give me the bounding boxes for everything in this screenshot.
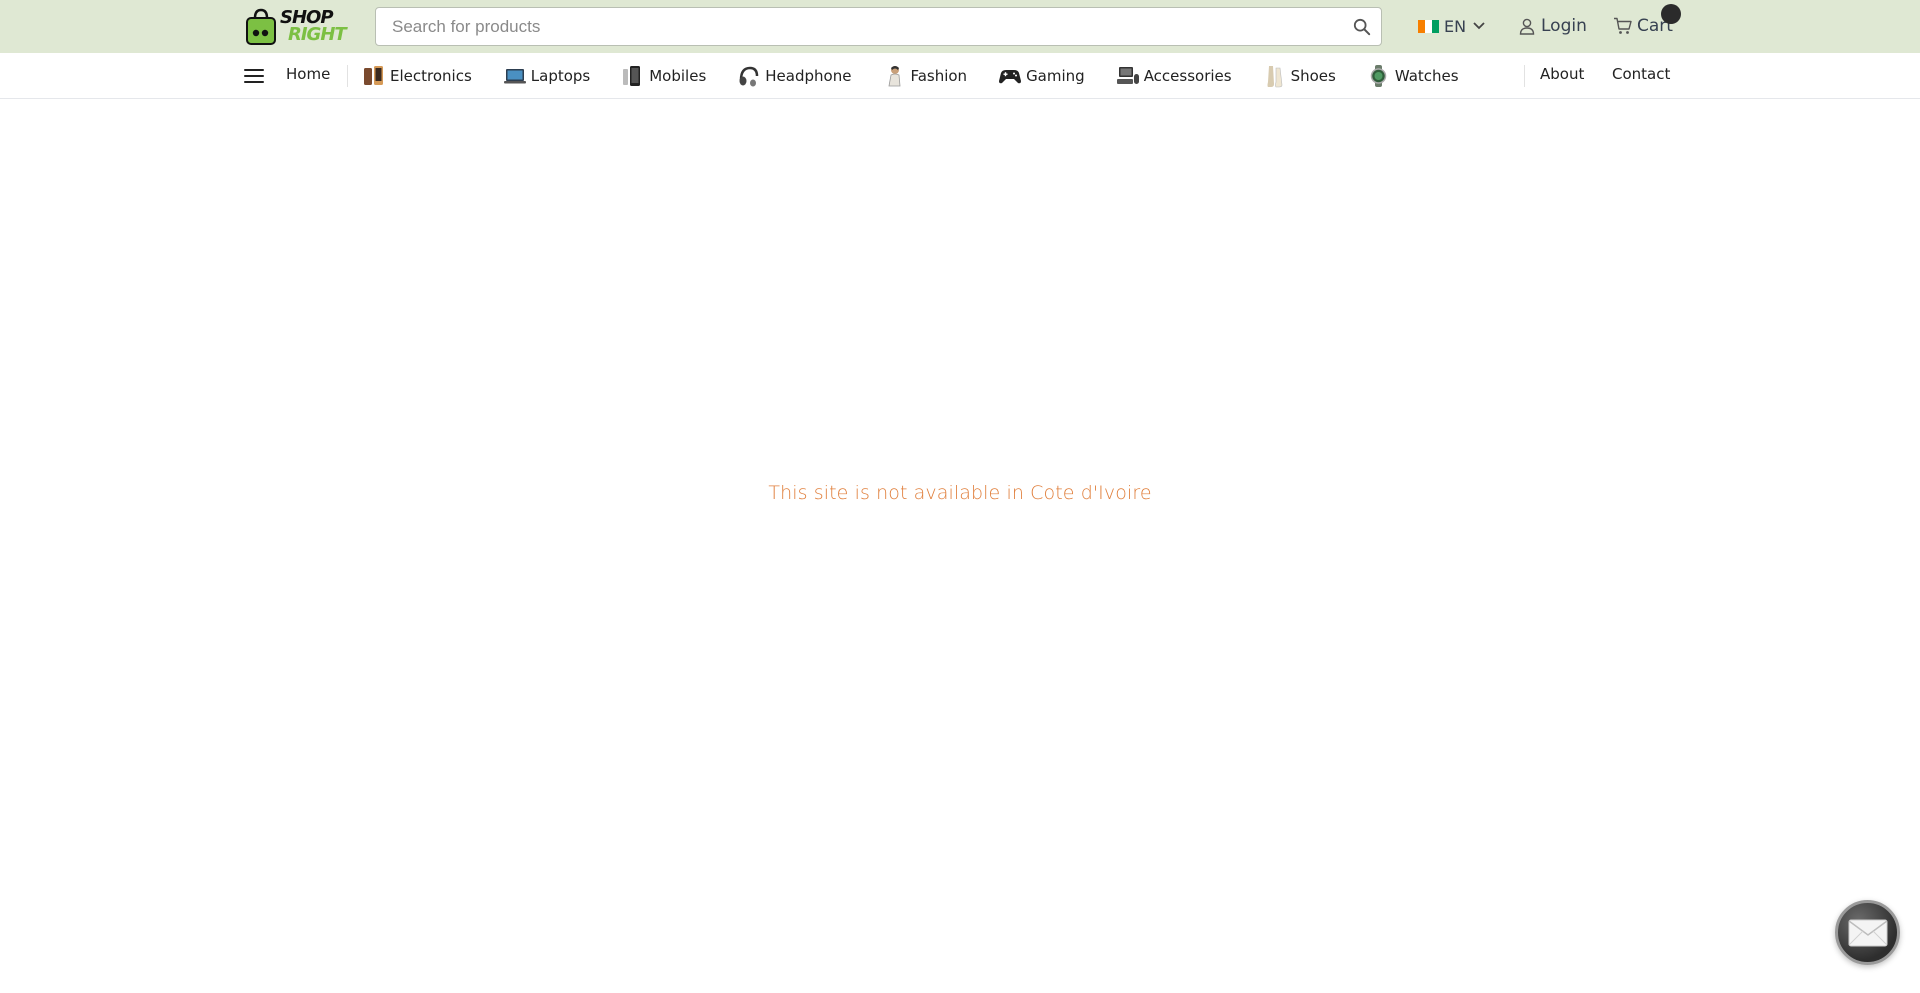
nav-category-label: Headphone: [765, 67, 852, 85]
search-bar: [375, 7, 1382, 46]
nav-home-link[interactable]: Home: [286, 65, 330, 83]
category-nav: Home Electronics Laptops Mobiles Headpho…: [0, 53, 1920, 99]
electronics-icon: [362, 64, 386, 88]
envelope-icon: [1848, 919, 1887, 946]
nav-category-label: Accessories: [1143, 67, 1232, 85]
nav-category-fashion[interactable]: Fashion: [882, 62, 967, 90]
gamepad-icon: [998, 64, 1022, 88]
nav-contact-link[interactable]: Contact: [1612, 65, 1670, 83]
menu-icon[interactable]: [244, 66, 264, 86]
cote-divoire-flag-icon: [1418, 19, 1439, 33]
language-selector[interactable]: EN: [1418, 14, 1486, 38]
login-link[interactable]: Login: [1519, 14, 1587, 38]
shopping-bag-icon: [246, 8, 276, 45]
nav-category-accessories[interactable]: Accessories: [1116, 62, 1232, 90]
nav-divider: [1524, 65, 1525, 87]
nav-category-headphone[interactable]: Headphone: [737, 62, 851, 90]
menu-icon-line: [244, 75, 264, 77]
headphone-icon: [737, 64, 761, 88]
user-icon: [1519, 18, 1535, 35]
nav-divider: [347, 65, 348, 87]
watch-icon: [1367, 64, 1391, 88]
mobile-icon: [621, 64, 645, 88]
cart-icon: [1614, 17, 1632, 34]
nav-category-mobiles[interactable]: Mobiles: [621, 62, 706, 90]
login-label: Login: [1541, 16, 1587, 36]
nav-category-label: Shoes: [1290, 67, 1336, 85]
search-input[interactable]: [376, 8, 1343, 45]
menu-icon-line: [244, 69, 264, 71]
nav-category-label: Electronics: [390, 67, 472, 85]
accessories-icon: [1116, 64, 1140, 88]
language-code: EN: [1444, 16, 1467, 36]
category-list: Electronics Laptops Mobiles Headphone Fa…: [362, 62, 1459, 90]
nav-category-gaming[interactable]: Gaming: [998, 62, 1085, 90]
logo-wordmark: SHOP RIGHT: [280, 9, 347, 45]
search-button[interactable]: [1343, 8, 1381, 45]
nav-category-label: Fashion: [910, 67, 968, 85]
region-unavailable-message: This site is not available in Cote d'Ivo…: [768, 482, 1152, 504]
chevron-down-icon: [1473, 22, 1485, 30]
flag-stripe-white: [1425, 19, 1432, 33]
cart-count-badge: [1661, 4, 1681, 24]
chat-button[interactable]: [1835, 900, 1900, 965]
menu-icon-line: [244, 81, 264, 83]
flag-stripe-green: [1432, 19, 1439, 33]
flag-stripe-orange: [1418, 19, 1425, 33]
shoes-icon: [1263, 64, 1287, 88]
fashion-icon: [882, 64, 906, 88]
top-header: SHOP RIGHT EN Login: [0, 0, 1920, 53]
logo-text-right: RIGHT: [288, 24, 347, 45]
nav-category-label: Mobiles: [649, 67, 707, 85]
nav-category-electronics[interactable]: Electronics: [362, 62, 472, 90]
shop-right-logo[interactable]: SHOP RIGHT: [244, 6, 348, 46]
nav-category-label: Gaming: [1026, 67, 1085, 85]
nav-category-watches[interactable]: Watches: [1367, 62, 1459, 90]
nav-category-label: Laptops: [530, 67, 591, 85]
laptop-icon: [503, 64, 527, 88]
nav-about-link[interactable]: About: [1540, 65, 1584, 83]
nav-category-laptops[interactable]: Laptops: [503, 62, 590, 90]
nav-category-label: Watches: [1394, 67, 1459, 85]
search-icon: [1353, 18, 1371, 35]
nav-category-shoes[interactable]: Shoes: [1263, 62, 1336, 90]
